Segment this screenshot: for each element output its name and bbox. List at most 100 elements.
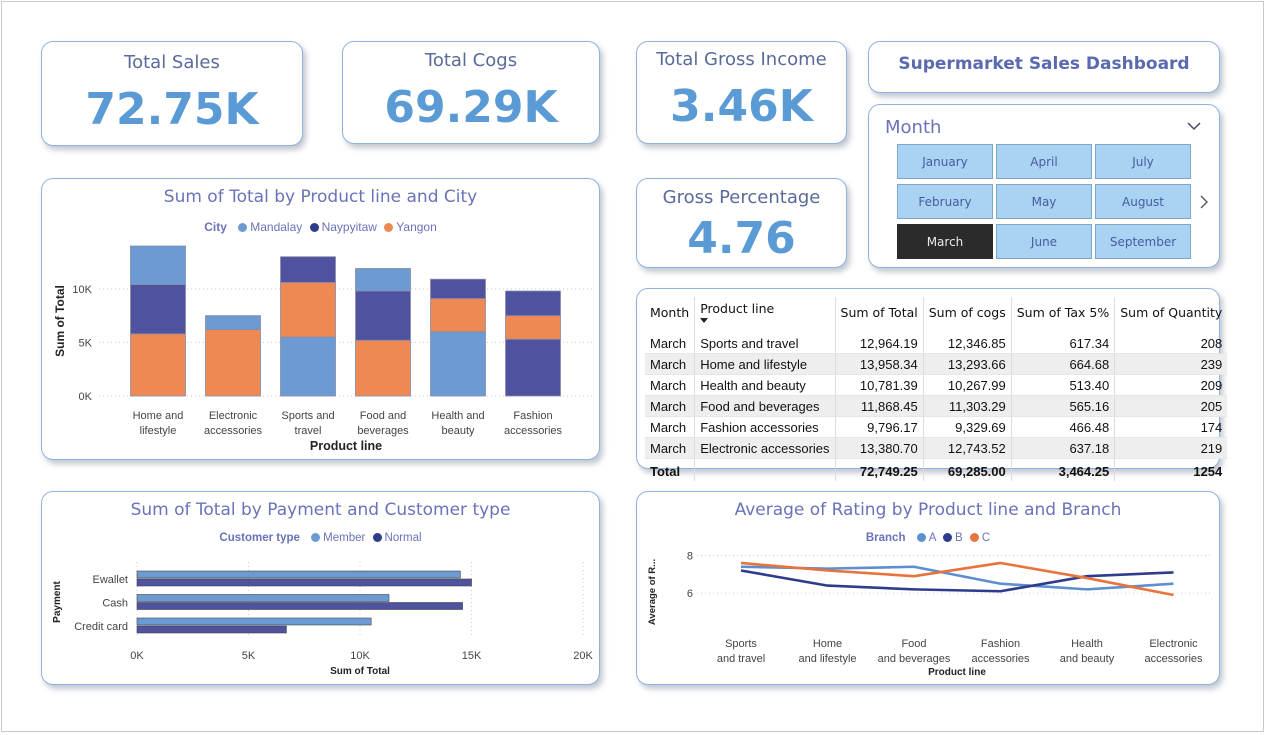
table-cell: 12,346.85 [923,333,1012,354]
y-tick-label: 0K [79,391,93,403]
table-cell: Home and lifestyle [694,353,836,375]
x-axis-label: Product line [928,667,986,678]
table-cell: 513.40 [1011,374,1116,396]
x-tick-label: beauty [441,425,475,437]
bar-segment [130,333,186,397]
x-tick-label: accessories [971,653,1030,665]
month-button-july[interactable]: July [1095,144,1191,179]
chevron-down-icon[interactable] [1187,119,1201,133]
x-tick-label: Sports [725,638,757,650]
table-cell: 9,329.69 [923,416,1012,438]
bar-segment [505,315,561,340]
dashboard-title-card: Supermarket Sales Dashboard [868,41,1220,93]
bar [136,617,372,626]
bar [136,570,461,579]
table-row: March Food and beverages 11,868.45 11,303.2… [645,395,1228,417]
month-button-june[interactable]: June [996,224,1092,259]
x-tick-label: travel [295,425,322,437]
x-tick-label: Electronic [209,410,258,422]
table-total-cell: 3,464.25 [1011,458,1116,481]
x-tick-label: 15K [462,650,482,662]
table-total-cell: 72,749.25 [835,458,924,481]
x-tick-label: beverages [357,425,409,437]
column-header: Product line [700,301,775,316]
x-tick-label: Home and [133,410,184,422]
column-header[interactable]: Sum of Total [835,297,924,333]
column-header[interactable]: Month [645,297,696,333]
month-button-september[interactable]: September [1095,224,1191,259]
table-cell: 637.18 [1011,437,1116,459]
y-tick-label: Cash [102,598,128,610]
table-cell: 208 [1114,333,1228,354]
bar [136,578,472,587]
table-cell: Sports and travel [694,333,836,354]
table-total-cell [694,458,836,481]
month-button-march[interactable]: March [897,224,993,259]
column-header-product-line[interactable]: Product line [694,297,836,333]
bar [136,594,390,602]
x-tick-label: Food and [360,410,406,422]
dashboard-title: Supermarket Sales Dashboard [898,54,1190,74]
x-tick-label: Health [1071,638,1103,650]
table-cell: 9,796.17 [835,416,924,438]
table-cell: March [645,437,696,459]
table-row: March Fashion accessories 9,796.17 9,329.69… [645,416,1228,438]
x-tick-label: and lifestyle [798,653,856,665]
x-tick-label: and travel [717,653,765,665]
bar-segment [355,268,411,292]
x-tick-label: Fashion [513,410,552,422]
bar-segment [130,284,186,335]
table-cell: 174 [1114,416,1228,438]
rating-branch-chart-card: Average of Rating by Product line and Br… [636,491,1220,685]
x-tick-label: Fashion [981,638,1020,650]
table-cell: 565.16 [1011,395,1116,417]
month-button-april[interactable]: April [996,144,1092,179]
table-row: March Electronic accessories 13,380.70 12,7… [645,437,1228,459]
kpi-title: Total Gross Income [656,49,827,70]
y-tick-label: 5K [79,337,93,349]
table-cell: 205 [1114,395,1228,417]
chevron-right-icon[interactable] [1199,194,1209,210]
bar-segment [280,256,336,283]
kpi-total-gross-income-card: Total Gross Income 3.46K [636,41,847,144]
x-tick-label: 20K [573,650,593,662]
month-button-january[interactable]: January [897,144,993,179]
table-cell: 219 [1114,437,1228,459]
month-button-may[interactable]: May [996,184,1092,219]
column-header[interactable]: Sum of cogs [923,297,1012,333]
x-tick-label: lifestyle [140,425,177,437]
bar-segment [430,278,486,299]
y-tick-label: 10K [72,284,92,296]
sales-matrix-card: Month Product line Sum of Total Sum of c… [636,288,1228,481]
table-cell: Fashion accessories [694,416,836,438]
table-cell: 11,868.45 [835,395,924,417]
bar-segment [130,245,186,285]
table-row: March Sports and travel 12,964.19 12,346.85… [645,333,1228,354]
table-cell: Health and beauty [694,374,836,396]
table-cell: March [645,374,696,396]
kpi-title: Total Sales [124,52,220,73]
table-total-row: Total 72,749.25 69,285.00 3,464.25 1254 [645,458,1228,481]
x-tick-label: and beauty [1060,653,1115,665]
month-button-february[interactable]: February [897,184,993,219]
bar-segment [430,298,486,333]
y-tick-label: Ewallet [93,574,128,586]
table-cell: 10,781.39 [835,374,924,396]
table-cell: 617.34 [1011,333,1116,354]
month-button-august[interactable]: August [1095,184,1191,219]
x-tick-label: Health and [431,410,484,422]
x-tick-label: accessories [1144,653,1203,665]
column-header[interactable]: Sum of Quantity [1115,297,1228,333]
table-cell: March [645,416,696,438]
horizontal-bar-chart: 0K 5K 10K 15K 20K Sum of Total Payment Ewallet C… [52,562,593,677]
x-tick-label: Sports and [281,410,334,422]
y-tick-label: Credit card [74,621,128,633]
kpi-value: 4.76 [687,213,796,264]
column-header[interactable]: Sum of Tax 5% [1011,297,1116,333]
sort-descending-icon [700,318,709,323]
x-tick-label: accessories [504,425,563,437]
kpi-title: Gross Percentage [662,187,821,208]
table-total-cell: 1254 [1114,458,1228,481]
table-cell: 13,380.70 [835,437,924,459]
table-cell: March [645,353,696,375]
